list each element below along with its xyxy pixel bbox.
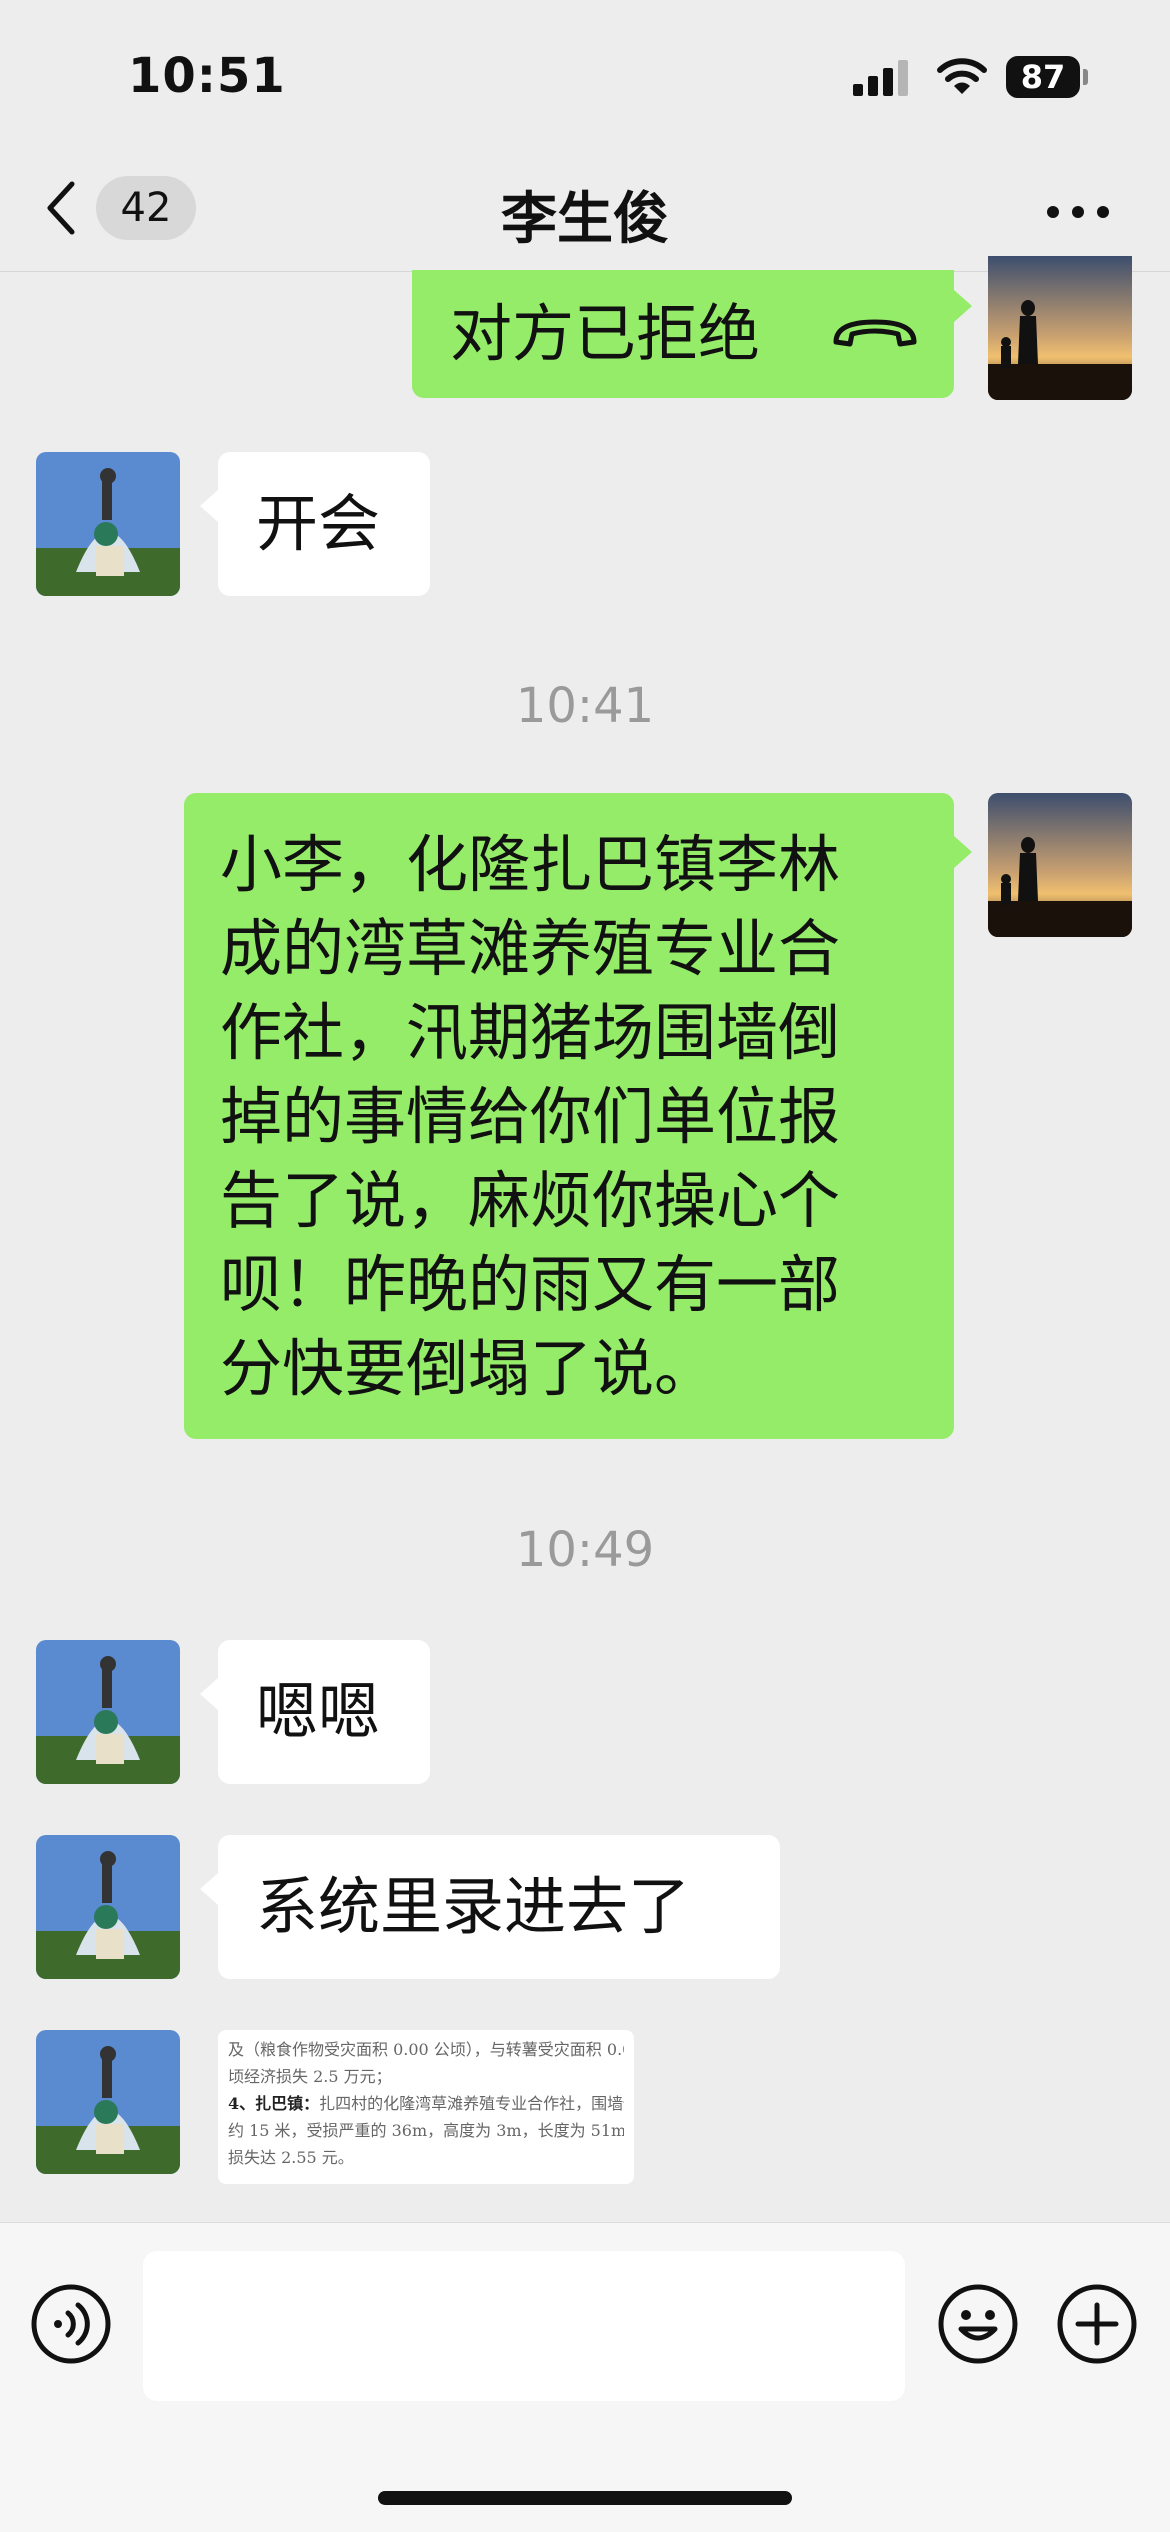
doc-line: 顷经济损失 2.5 万元； — [228, 2067, 392, 2086]
battery-level: 87 — [1006, 56, 1080, 98]
message-text: 系统里录进去了 — [256, 1870, 691, 1943]
message-bubble[interactable]: 系统里录进去了 — [218, 1835, 780, 1979]
doc-text: 扎四村的化隆湾草滩养殖专业合作社，围墙倒塌 — [319, 2094, 624, 2113]
message-line: 分快要倒塌了说。 — [220, 1332, 717, 1405]
message-line: 告了说，麻烦你操心个 — [220, 1164, 841, 1237]
doc-line: 4、扎巴镇：扎四村的化隆湾草滩养殖专业合作社，围墙倒塌 — [228, 2090, 624, 2117]
image-document-preview[interactable]: 及（粮食作物受灾面积 0.00 公顷），与转薯受灾面积 0.00 公 顷经济损失… — [218, 2030, 634, 2184]
message-line: 呗！昨晚的雨又有一部 — [220, 1248, 841, 1321]
phone-hangup-icon — [833, 319, 917, 347]
message-text: 对方已拒绝 — [450, 297, 761, 370]
doc-line: 约 15 米，受损严重的 36m，高度为 3m，长度为 51m，经济 — [228, 2121, 624, 2140]
doc-line: 及（粮食作物受灾面积 0.00 公顷），与转薯受灾面积 0.00 公 — [228, 2040, 624, 2059]
doc-heading: 4、扎巴镇： — [228, 2094, 320, 2113]
message-bubble[interactable]: 嗯嗯 — [218, 1640, 430, 1784]
message-line: 小李，化隆扎巴镇李林 — [220, 828, 841, 901]
chat-header: 42 李生俊 — [0, 150, 1170, 272]
doc-line: 损失达 2.55 元。 — [228, 2148, 354, 2167]
message-bubble[interactable]: 开会 — [218, 452, 430, 596]
input-bar — [0, 2222, 1170, 2532]
message-line: 作社，汛期猪场围墙倒 — [220, 996, 841, 1069]
my-avatar[interactable] — [988, 793, 1132, 937]
message-line: 成的湾草滩养殖专业合 — [220, 912, 841, 985]
battery-icon: 87 — [1006, 56, 1088, 98]
message-bubble[interactable]: 小李，化隆扎巴镇李林 成的湾草滩养殖专业合 作社，汛期猪场围墙倒 掉的事情给你们… — [184, 793, 954, 1439]
my-avatar[interactable] — [988, 256, 1132, 400]
message-input[interactable] — [143, 2251, 905, 2401]
emoji-icon[interactable] — [937, 2283, 1019, 2365]
voice-icon[interactable] — [30, 2283, 112, 2365]
message-bubble[interactable]: 对方已拒绝 — [412, 270, 954, 398]
timestamp: 10:49 — [515, 1522, 655, 1578]
contact-avatar[interactable] — [36, 452, 180, 596]
wifi-icon — [937, 58, 987, 94]
contact-avatar[interactable] — [36, 2030, 180, 2174]
timestamp: 10:41 — [515, 678, 655, 734]
message-text: 开会 — [256, 487, 381, 560]
message-line: 掉的事情给你们单位报 — [220, 1080, 841, 1153]
status-time: 10:51 — [128, 48, 286, 104]
status-bar: 10:51 87 — [0, 0, 1170, 150]
contact-avatar[interactable] — [36, 1640, 180, 1784]
plus-icon[interactable] — [1056, 2283, 1138, 2365]
signal-icon — [853, 60, 908, 96]
message-text: 嗯嗯 — [256, 1675, 381, 1748]
contact-avatar[interactable] — [36, 1835, 180, 1979]
home-indicator — [378, 2491, 792, 2505]
chat-title: 李生俊 — [501, 187, 669, 252]
more-icon[interactable] — [1045, 202, 1111, 222]
